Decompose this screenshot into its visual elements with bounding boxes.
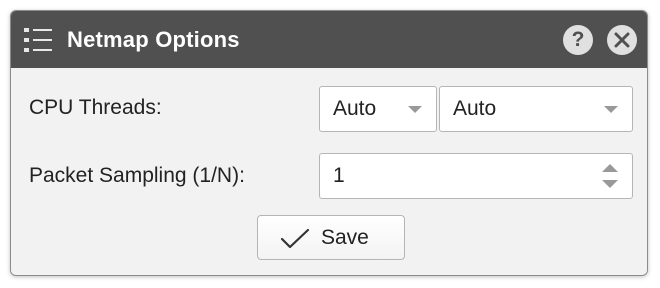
cpu-threads-select-primary[interactable]: Auto — [319, 86, 437, 132]
chevron-down-icon — [604, 106, 618, 113]
dialog-title: Netmap Options — [67, 27, 240, 52]
dialog-titlebar: Netmap Options ? — [11, 11, 647, 68]
close-button[interactable] — [607, 25, 637, 55]
cpu-threads-label: CPU Threads: — [29, 96, 162, 119]
list-icon — [24, 28, 52, 52]
packet-sampling-label: Packet Sampling (1/N): — [29, 164, 245, 187]
packet-sampling-input[interactable]: 1 — [319, 153, 633, 199]
cpu-threads-select-secondary[interactable]: Auto — [439, 86, 633, 132]
help-icon: ? — [571, 28, 585, 51]
dialog-body: CPU Threads: Auto Auto Packet Sampling (… — [11, 68, 647, 275]
spin-down-icon[interactable] — [602, 180, 618, 188]
chevron-down-icon — [408, 106, 422, 113]
close-icon — [614, 32, 630, 48]
netmap-options-dialog: Netmap Options ? CPU Threads: Auto Auto … — [10, 10, 648, 276]
spin-up-icon[interactable] — [602, 164, 618, 172]
packet-sampling-value: 1 — [333, 164, 345, 187]
cpu-threads-primary-value: Auto — [333, 97, 377, 120]
help-button[interactable]: ? — [563, 25, 593, 55]
cpu-threads-secondary-value: Auto — [453, 97, 497, 120]
checkmark-icon — [280, 228, 310, 249]
save-button[interactable]: Save — [257, 215, 405, 260]
save-button-label: Save — [321, 226, 369, 249]
